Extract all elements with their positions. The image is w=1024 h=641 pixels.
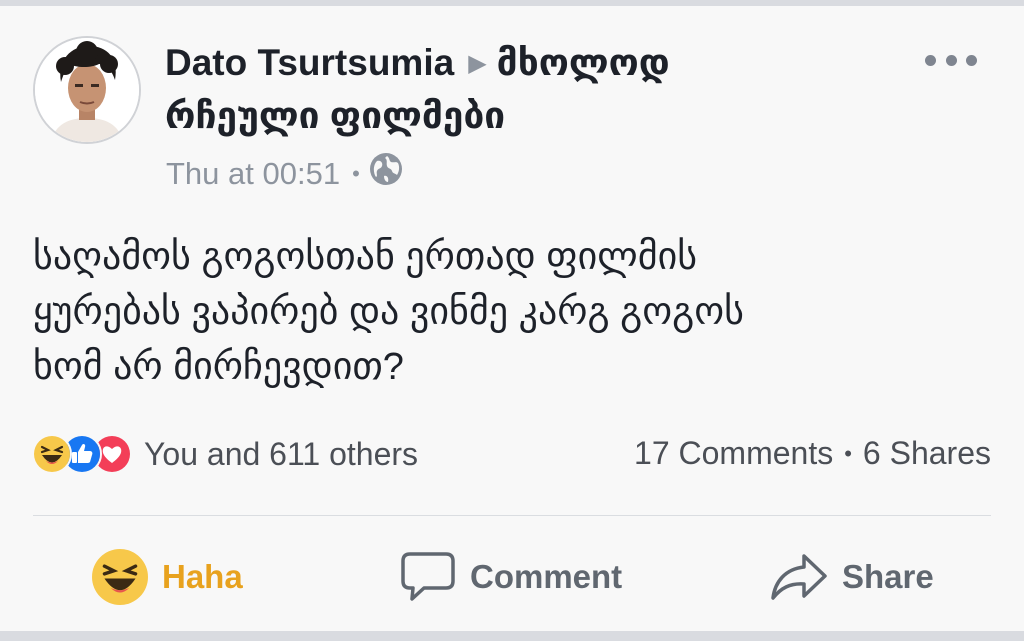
shares-count[interactable]: 6 Shares xyxy=(863,435,991,472)
separator-dot: • xyxy=(352,161,360,186)
engagement-counts: 17 Comments • 6 Shares xyxy=(634,435,991,472)
comment-button[interactable]: Comment xyxy=(400,544,622,610)
arrow-right-icon: ▶ xyxy=(468,50,487,77)
reaction-summary[interactable]: You and 611 others xyxy=(32,434,418,474)
author-name[interactable]: Dato Tsurtsumia xyxy=(165,42,454,83)
haha-label: Haha xyxy=(162,558,243,595)
haha-button[interactable]: Haha xyxy=(92,544,243,610)
share-button[interactable]: Share xyxy=(770,544,934,610)
globe-icon xyxy=(369,152,403,196)
divider xyxy=(33,515,991,516)
more-options-icon[interactable] xyxy=(925,50,977,70)
haha-icon xyxy=(92,549,148,605)
share-label: Share xyxy=(842,558,934,595)
reaction-count-text[interactable]: You and 611 others xyxy=(144,436,418,473)
share-arrow-icon xyxy=(770,552,828,602)
more-dot xyxy=(945,54,957,66)
post-text-line: ხომ არ მირჩევდით? xyxy=(33,346,404,388)
post-card: Dato Tsurtsumia ▶ მხოლოდ რჩეული ფილმები Th… xyxy=(0,6,1024,631)
comment-label: Comment xyxy=(470,558,623,595)
comments-count[interactable]: 17 Comments xyxy=(634,435,833,472)
post-text: საღამოს გოგოსთან ერთად ფილმის ყურებას ვა… xyxy=(33,230,993,395)
avatar[interactable] xyxy=(33,36,141,144)
comment-bubble-icon xyxy=(400,551,456,603)
post-meta: Thu at 00:51 • xyxy=(166,152,403,196)
separator-dot: • xyxy=(844,440,852,466)
group-name-part2[interactable]: რჩეული ფილმები xyxy=(165,94,505,138)
post-text-line: საღამოს გოგოსთან ერთად ფილმის xyxy=(33,236,698,278)
post-header: Dato Tsurtsumia ▶ მხოლოდ xyxy=(165,41,670,86)
post-timestamp[interactable]: Thu at 00:51 xyxy=(166,154,340,194)
post-text-line: ყურებას ვაპირებ და ვინმე კარგ გოგოს xyxy=(33,291,744,333)
more-dot xyxy=(966,54,977,66)
group-name-part1[interactable]: მხოლოდ xyxy=(497,42,670,83)
more-dot xyxy=(925,54,936,66)
haha-icon xyxy=(32,434,72,474)
